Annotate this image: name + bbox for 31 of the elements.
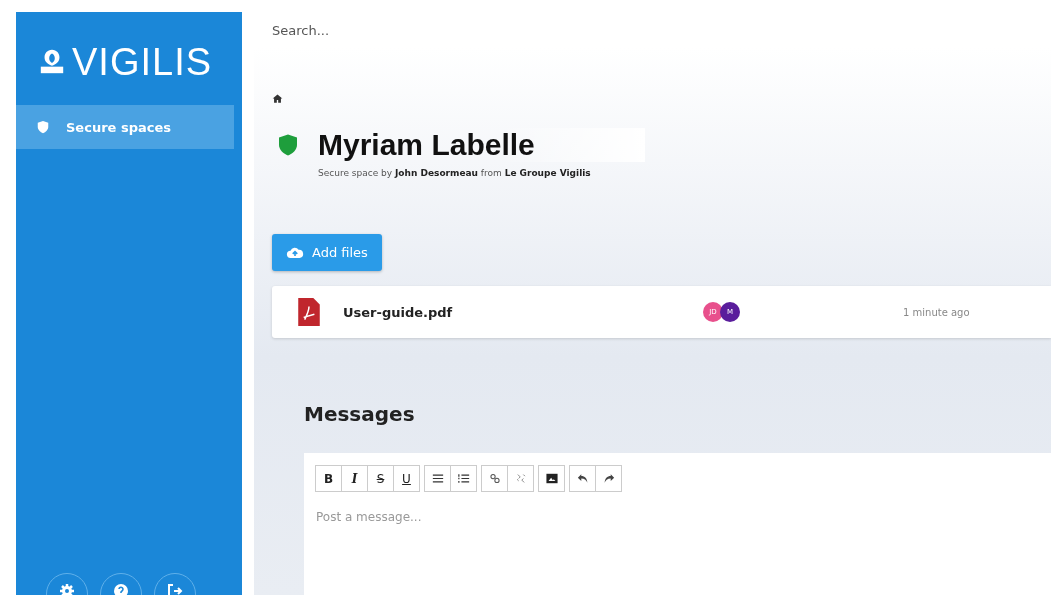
link-button[interactable]: [481, 465, 508, 492]
logo-icon: [38, 48, 66, 76]
bold-button[interactable]: B: [315, 465, 342, 492]
space-subtitle: Secure space by John Desormeau from Le Groupe Vigilis: [318, 168, 591, 178]
italic-button[interactable]: I: [341, 465, 368, 492]
image-button[interactable]: [538, 465, 565, 492]
logo-text: VIGILIS: [72, 40, 213, 84]
image-icon: [545, 473, 558, 484]
home-icon[interactable]: [272, 93, 283, 104]
link-icon: [488, 473, 501, 484]
pdf-file-icon: [298, 298, 320, 326]
undo-button[interactable]: [569, 465, 596, 492]
redo-button[interactable]: [595, 465, 622, 492]
unlink-icon: [514, 473, 527, 484]
search-field[interactable]: Search...: [272, 23, 572, 38]
underline-button[interactable]: U: [393, 465, 420, 492]
numbered-list-button[interactable]: [450, 465, 477, 492]
file-time: 1 minute ago: [903, 306, 970, 318]
file-name: User-guide.pdf: [343, 304, 454, 320]
strikethrough-button[interactable]: S: [367, 465, 394, 492]
shield-icon: [36, 120, 50, 134]
logout-icon: [167, 583, 183, 595]
numbered-list-icon: [457, 473, 470, 484]
undo-icon: [576, 473, 589, 484]
bullet-list-button[interactable]: [424, 465, 451, 492]
space-title: Myriam Labelle: [318, 128, 535, 162]
shield-icon: [276, 133, 300, 157]
bullet-list-icon: [431, 473, 444, 484]
redo-icon: [602, 473, 615, 484]
cloud-upload-icon: [286, 246, 304, 259]
messages-heading: Messages: [304, 402, 415, 426]
